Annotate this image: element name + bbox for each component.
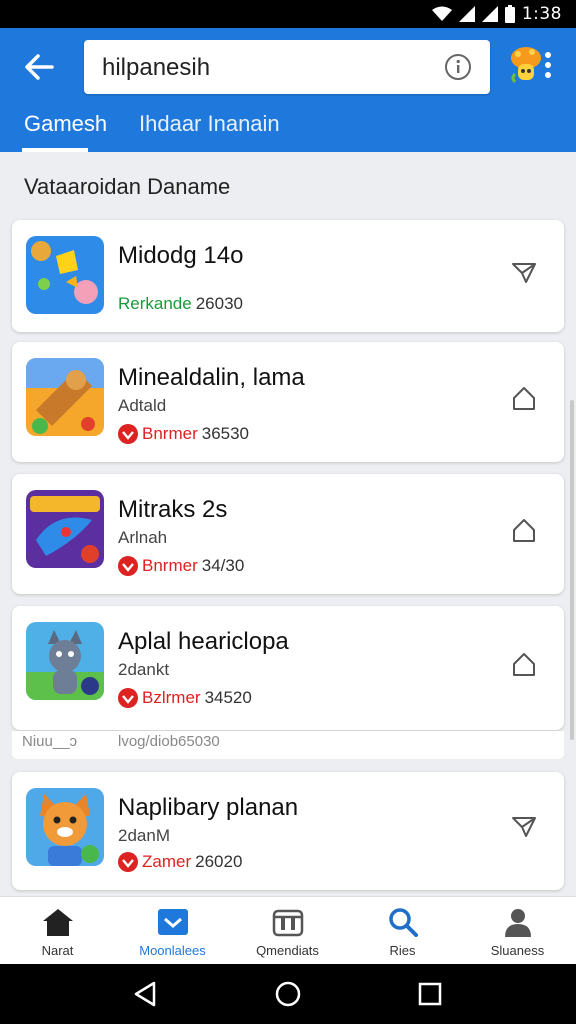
home-icon[interactable]: [510, 650, 538, 678]
app-meta: Bnrmer 34/30: [118, 556, 244, 576]
scrollbar[interactable]: [570, 400, 574, 740]
status-bar: 1:38: [0, 0, 576, 28]
search-icon: [388, 908, 418, 937]
tab-indicator: [22, 148, 88, 152]
partial-text: lvog/diob65030: [118, 733, 220, 750]
heart-badge-icon: [118, 424, 138, 444]
app-title: Minealdalin, lama: [118, 364, 305, 391]
app-thumbnail: [26, 236, 104, 314]
nav-label: Narat: [41, 943, 74, 958]
tab-bar: Gamesh Ihdaar Inanain: [0, 106, 576, 152]
app-subtitle: 2dankt: [118, 660, 170, 679]
app-card[interactable]: Minealdalin, lama Adtald Bnrmer 36530: [12, 342, 564, 462]
nav-label: Moonlalees: [139, 943, 206, 958]
nav-label: Sluaness: [490, 943, 545, 958]
app-tag: Zamer: [142, 852, 192, 871]
status-icons: 1:38: [431, 4, 562, 24]
send-outline-icon[interactable]: [510, 258, 538, 286]
bottom-navigation: Narat Moonlalees Qmendiats Ries Sluaness: [0, 896, 576, 964]
nav-item-home[interactable]: Narat: [0, 897, 115, 965]
system-home-icon[interactable]: [274, 980, 302, 1008]
app-title: Midodg 14o: [118, 242, 244, 269]
app-thumbnail: [26, 358, 104, 436]
more-vert-icon[interactable]: [544, 52, 552, 78]
store-icon: [272, 909, 303, 937]
app-subtitle: Adtald: [118, 396, 167, 415]
mascot-avatar-icon[interactable]: [506, 44, 546, 84]
app-title: Naplibary planan: [118, 794, 299, 821]
app-count: 26020: [195, 852, 243, 871]
app-count: 34/30: [201, 556, 245, 575]
app-tag: Bnrmer: [142, 556, 198, 575]
system-recents-icon[interactable]: [418, 980, 442, 1008]
app-title: Mitraks 2s: [118, 496, 228, 523]
app-card[interactable]: Midodg 14o Rerkande 26030: [12, 220, 564, 332]
app-subtitle: 2danM: [118, 826, 170, 845]
heart-badge-icon: [118, 556, 138, 576]
tab-games[interactable]: Gamesh: [24, 111, 107, 137]
heart-badge-icon: [118, 852, 138, 872]
app-title: Aplal heariclopa: [118, 628, 289, 655]
send-outline-icon[interactable]: [510, 812, 538, 840]
home-icon[interactable]: [510, 384, 538, 412]
battery-icon: [504, 5, 515, 23]
app-card[interactable]: Naplibary planan 2danM Zamer 26020: [12, 772, 564, 890]
app-thumbnail: [26, 788, 104, 866]
nav-item-profile[interactable]: Sluaness: [460, 897, 575, 965]
app-meta: Bzlrmer 34520: [118, 688, 252, 708]
app-card[interactable]: Aplal heariclopa 2dankt Bzlrmer 34520: [12, 606, 564, 730]
message-icon: [157, 909, 188, 935]
status-time: 1:38: [521, 4, 562, 24]
app-tag: Rerkande: [118, 294, 192, 313]
app-subtitle: Arlnah: [118, 528, 168, 547]
heart-badge-icon: [118, 688, 138, 708]
home-icon[interactable]: [510, 516, 538, 544]
nav-label: Qmendiats: [256, 943, 319, 958]
tab-second[interactable]: Ihdaar Inanain: [139, 111, 280, 137]
app-count: 34520: [204, 688, 252, 707]
wifi-icon: [431, 6, 452, 21]
signal-icon-2: [481, 6, 498, 22]
app-tag: Bzlrmer: [142, 688, 201, 707]
back-arrow-icon[interactable]: [22, 50, 56, 84]
nav-item-search[interactable]: Ries: [345, 897, 460, 965]
nav-item-store[interactable]: Qmendiats: [230, 897, 345, 965]
app-count: 26030: [195, 294, 243, 313]
signal-icon: [458, 6, 475, 22]
person-icon: [504, 909, 531, 937]
nav-item-messages[interactable]: Moonlalees: [115, 897, 230, 965]
app-bar: hilpanesih Gamesh Ihdaar Inanain: [0, 28, 576, 152]
search-input[interactable]: hilpanesih: [84, 40, 490, 94]
app-count: 36530: [201, 424, 250, 443]
info-icon[interactable]: [444, 53, 472, 81]
app-card[interactable]: Mitraks 2s Arlnah Bnrmer 34/30: [12, 474, 564, 594]
app-meta: Rerkande 26030: [118, 294, 243, 314]
app-thumbnail: [26, 490, 104, 568]
app-meta: Bnrmer 36530: [118, 424, 249, 444]
nav-label: Ries: [389, 943, 416, 958]
system-navigation-bar: [0, 964, 576, 1024]
partial-label: Niuu__ɔ: [22, 733, 78, 750]
system-back-icon[interactable]: [132, 980, 158, 1008]
section-title: Vataaroidan Daname: [24, 174, 231, 199]
list-item-partial[interactable]: Niuu__ɔ lvog/diob65030: [12, 731, 564, 759]
home-icon: [42, 909, 73, 936]
app-thumbnail: [26, 622, 104, 700]
app-meta: Zamer 26020: [118, 852, 242, 872]
search-query: hilpanesih: [102, 54, 211, 81]
app-tag: Bnrmer: [142, 424, 198, 443]
